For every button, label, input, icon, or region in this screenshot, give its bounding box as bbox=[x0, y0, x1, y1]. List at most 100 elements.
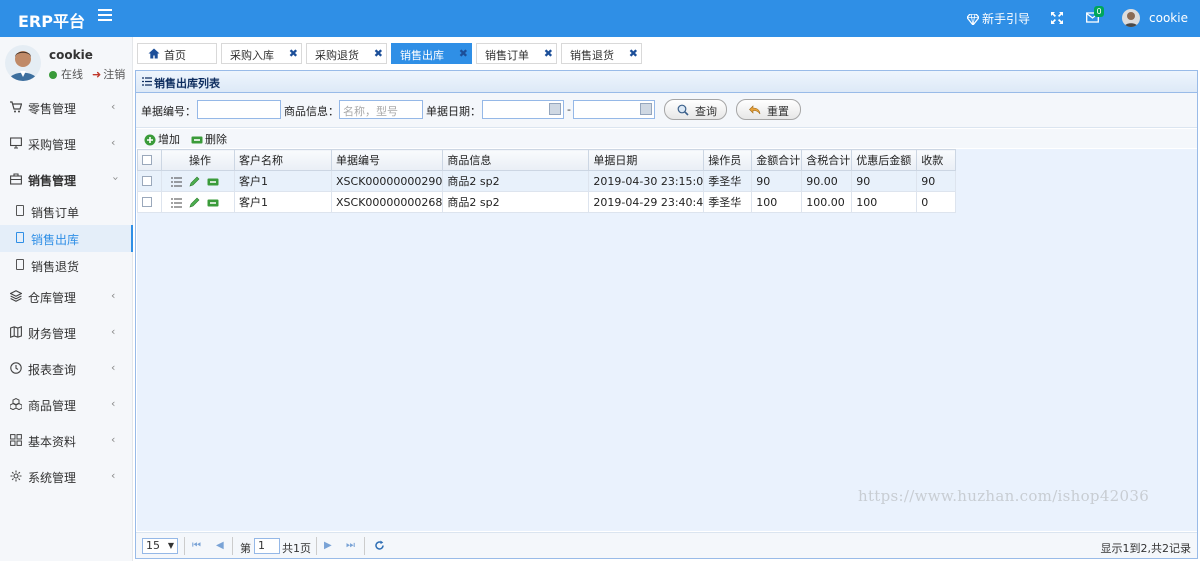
page-number-input[interactable]: 1 bbox=[254, 538, 280, 554]
next-page-icon[interactable]: ▶ bbox=[324, 540, 332, 551]
cell-received: 90 bbox=[916, 170, 957, 192]
clock-icon bbox=[10, 362, 22, 374]
sidebar-item-warehouse[interactable]: 仓库管理 ‹ bbox=[0, 279, 133, 315]
tab-purchase-in[interactable]: 采购入库 ✖ bbox=[221, 43, 302, 64]
table-row[interactable]: 客户1 XSCK00000000268 商品2 sp2 2019-04-29 2… bbox=[137, 191, 957, 213]
col-header[interactable]: 单据日期 bbox=[588, 149, 705, 171]
row-checkbox[interactable] bbox=[137, 170, 162, 192]
sidebar-subitem-sales-return[interactable]: 销售退货 bbox=[0, 252, 133, 279]
chevron-left-icon: ‹ bbox=[111, 136, 116, 149]
tab-sales-out[interactable]: 销售出库 ✖ bbox=[391, 43, 472, 64]
select-all-checkbox[interactable] bbox=[137, 149, 162, 171]
map-icon bbox=[10, 326, 22, 338]
file-icon bbox=[16, 259, 24, 270]
start-date-input[interactable] bbox=[482, 100, 564, 119]
calendar-icon[interactable] bbox=[549, 103, 561, 115]
sidebar-item-purchase[interactable]: 采购管理 ‹ bbox=[0, 126, 133, 162]
sidebar-item-label: 采购管理 bbox=[28, 138, 77, 152]
panel-header: 销售出库列表 bbox=[136, 71, 1197, 93]
col-header[interactable]: 客户名称 bbox=[234, 149, 332, 171]
sidebar-subitem-sales-order[interactable]: 销售订单 bbox=[0, 198, 133, 225]
tab-label: 采购入库 bbox=[230, 49, 274, 62]
row-checkbox[interactable] bbox=[137, 191, 162, 213]
sidebar-item-label: 报表查询 bbox=[28, 363, 77, 377]
tab-label: 销售出库 bbox=[400, 49, 444, 62]
sidebar-item-basic-data[interactable]: 基本资料 ‹ bbox=[0, 423, 133, 459]
sidebar-item-goods[interactable]: 商品管理 ‹ bbox=[0, 387, 133, 423]
tab-sales-order[interactable]: 销售订单 ✖ bbox=[476, 43, 557, 64]
add-button[interactable]: 增加 bbox=[144, 131, 180, 147]
chevron-left-icon: ‹ bbox=[111, 361, 116, 374]
col-header[interactable]: 收款 bbox=[916, 149, 957, 171]
number-input[interactable] bbox=[197, 100, 281, 119]
goods-input[interactable]: 名称，型号 bbox=[339, 100, 423, 119]
tab-sales-return[interactable]: 销售退货 ✖ bbox=[561, 43, 642, 64]
file-icon bbox=[16, 232, 24, 243]
col-header[interactable]: 金额合计 bbox=[751, 149, 803, 171]
sidebar-item-retail[interactable]: 零售管理 ‹ bbox=[0, 90, 133, 126]
sidebar-item-reports[interactable]: 报表查询 ‹ bbox=[0, 351, 133, 387]
tab-home[interactable]: 首页 bbox=[137, 43, 217, 64]
query-button[interactable]: 查询 bbox=[664, 99, 727, 120]
search-icon bbox=[677, 104, 689, 116]
edit-pencil-icon[interactable] bbox=[189, 176, 200, 187]
col-header[interactable]: 优惠后金额 bbox=[851, 149, 918, 171]
close-icon[interactable]: ✖ bbox=[629, 47, 638, 60]
data-grid: 操作 客户名称 单据编号 商品信息 单据日期 操作员 金额合计 含税合计 优惠后… bbox=[137, 149, 1197, 531]
cell-number: XSCK00000000268 bbox=[330, 191, 444, 213]
col-header: 操作 bbox=[161, 149, 235, 171]
sidebar-item-label: 商品管理 bbox=[28, 399, 77, 413]
user-name[interactable]: cookie bbox=[1149, 11, 1188, 25]
fullscreen-icon[interactable] bbox=[1051, 12, 1063, 24]
table-row[interactable]: 客户1 XSCK00000000290 商品2 sp2 2019-04-30 2… bbox=[137, 170, 957, 192]
col-header[interactable]: 单据编号 bbox=[330, 149, 444, 171]
cell-discounted: 100 bbox=[851, 191, 918, 213]
mail-count-badge: 0 bbox=[1094, 6, 1104, 17]
delete-row-icon[interactable] bbox=[207, 198, 219, 208]
user-profile: cookie 在线 ➜ 注销 bbox=[0, 37, 133, 89]
sidebar-subitem-label: 销售出库 bbox=[31, 233, 80, 247]
last-page-icon[interactable]: ⏭ bbox=[346, 540, 355, 551]
divider bbox=[184, 537, 185, 555]
col-header[interactable]: 操作员 bbox=[703, 149, 753, 171]
close-icon[interactable]: ✖ bbox=[459, 47, 468, 60]
col-header[interactable]: 含税合计 bbox=[801, 149, 853, 171]
user-avatar[interactable] bbox=[1122, 9, 1140, 27]
guide-link[interactable]: 新手引导 bbox=[966, 10, 1030, 27]
page-total: 共1页 bbox=[282, 542, 311, 555]
edit-pencil-icon[interactable] bbox=[189, 197, 200, 208]
cell-date: 2019-04-29 23:40:4 bbox=[588, 191, 705, 213]
menu-toggle-icon[interactable] bbox=[98, 9, 112, 23]
online-dot-icon bbox=[49, 71, 57, 79]
close-icon[interactable]: ✖ bbox=[374, 47, 383, 60]
sidebar-item-sales[interactable]: 销售管理 ‹ bbox=[0, 162, 133, 198]
date-label: 单据日期： bbox=[426, 105, 481, 118]
col-header[interactable]: 商品信息 bbox=[442, 149, 590, 171]
close-icon[interactable]: ✖ bbox=[289, 47, 298, 60]
end-date-input[interactable] bbox=[573, 100, 655, 119]
logout-link[interactable]: ➜ 注销 bbox=[92, 66, 125, 82]
close-icon[interactable]: ✖ bbox=[544, 47, 553, 60]
first-page-icon[interactable]: ⏮ bbox=[192, 540, 201, 551]
tab-purchase-return[interactable]: 采购退货 ✖ bbox=[306, 43, 387, 64]
refresh-icon[interactable] bbox=[374, 540, 385, 551]
sidebar-subitem-label: 销售退货 bbox=[31, 260, 80, 274]
calendar-icon[interactable] bbox=[640, 103, 652, 115]
reset-button[interactable]: 重置 bbox=[736, 99, 801, 120]
sidebar-item-label: 基本资料 bbox=[28, 435, 77, 449]
page-size-select[interactable]: 15 ▼ bbox=[142, 538, 178, 554]
sidebar-item-finance[interactable]: 财务管理 ‹ bbox=[0, 315, 133, 351]
delete-button[interactable]: 删除 bbox=[191, 131, 227, 147]
chevron-left-icon: ‹ bbox=[111, 325, 116, 338]
cell-discounted: 90 bbox=[851, 170, 918, 192]
brand-logo[interactable]: ERP平台 bbox=[18, 8, 85, 32]
detail-list-icon[interactable] bbox=[170, 197, 182, 208]
prev-page-icon[interactable]: ◀ bbox=[216, 540, 224, 551]
cell-customer: 客户1 bbox=[234, 191, 332, 213]
cell-operator: 季圣华 bbox=[703, 170, 753, 192]
delete-row-icon[interactable] bbox=[207, 177, 219, 187]
sidebar-subitem-sales-out[interactable]: 销售出库 bbox=[0, 225, 133, 252]
avatar bbox=[5, 45, 41, 81]
sidebar-item-system[interactable]: 系统管理 ‹ bbox=[0, 459, 133, 495]
detail-list-icon[interactable] bbox=[170, 176, 182, 187]
